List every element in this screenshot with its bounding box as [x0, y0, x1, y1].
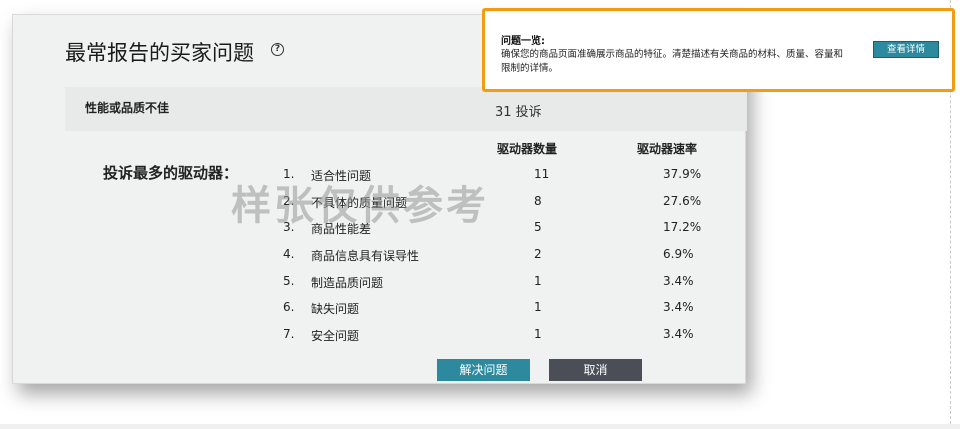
driver-name: 缺失问题 [311, 302, 360, 316]
issue-overview-popup: 问题一览: 确保您的商品页面准确展示商品的特征。清楚描述有关商品的材料、质量、容… [482, 8, 955, 92]
table-row: 2. 不具体的质量问题 8 27.6% [13, 190, 747, 216]
popup-body-text: 确保您的商品页面准确展示商品的特征。清楚描述有关商品的材料、质量、容量和限制的详… [501, 49, 844, 74]
driver-name: 商品性能差 [311, 222, 372, 236]
driver-rate: 3.4% [663, 274, 694, 288]
driver-rate: 6.9% [663, 247, 694, 261]
issue-category-label: 性能或品质不佳 [85, 101, 170, 115]
table-row: 1. 适合性问题 11 37.9% [13, 163, 747, 189]
table-row: 5. 制造品质问题 1 3.4% [13, 270, 747, 296]
row-index: 5. [283, 274, 295, 288]
popup-title: 问题一览: [501, 36, 545, 47]
row-index: 2. [283, 194, 295, 208]
driver-name: 商品信息具有误导性 [311, 249, 420, 263]
driver-count: 1 [534, 327, 542, 341]
row-index: 1. [283, 167, 295, 181]
issue-category-band: 性能或品质不佳 31 投诉 [65, 87, 747, 131]
complaint-count: 31 投诉 [495, 105, 542, 120]
driver-rate: 37.9% [663, 167, 702, 181]
page-title: 最常报告的买家问题 [65, 41, 254, 65]
resolve-issue-button[interactable]: 解决问题 [437, 359, 530, 381]
row-index: 4. [283, 247, 295, 261]
column-header-driver-count: 驱动器数量 [497, 142, 558, 156]
table-row: 6. 缺失问题 1 3.4% [13, 296, 747, 322]
table-row: 3. 商品性能差 5 17.2% [13, 216, 747, 242]
driver-rate: 27.6% [663, 194, 702, 208]
driver-rate: 3.4% [663, 327, 694, 341]
row-index: 3. [283, 220, 295, 234]
driver-count: 5 [534, 220, 542, 234]
driver-count: 2 [534, 247, 542, 261]
table-row: 4. 商品信息具有误导性 2 6.9% [13, 243, 747, 269]
driver-name: 不具体的质量问题 [311, 196, 408, 210]
driver-count: 8 [534, 194, 542, 208]
driver-count: 1 [534, 274, 542, 288]
column-header-driver-rate: 驱动器速率 [637, 142, 698, 156]
driver-name: 安全问题 [311, 329, 360, 343]
help-icon[interactable]: ? [271, 43, 284, 56]
row-index: 6. [283, 300, 295, 314]
driver-count: 1 [534, 300, 542, 314]
driver-rate: 17.2% [663, 220, 702, 234]
bottom-strip [0, 424, 960, 429]
view-details-button[interactable]: 查看详情 [873, 41, 939, 58]
driver-name: 适合性问题 [311, 169, 372, 183]
driver-count: 11 [534, 167, 550, 181]
driver-name: 制造品质问题 [311, 276, 384, 290]
driver-rate: 3.4% [663, 300, 694, 314]
table-row: 7. 安全问题 1 3.4% [13, 323, 747, 349]
row-index: 7. [283, 327, 295, 341]
cancel-button[interactable]: 取消 [549, 359, 642, 381]
